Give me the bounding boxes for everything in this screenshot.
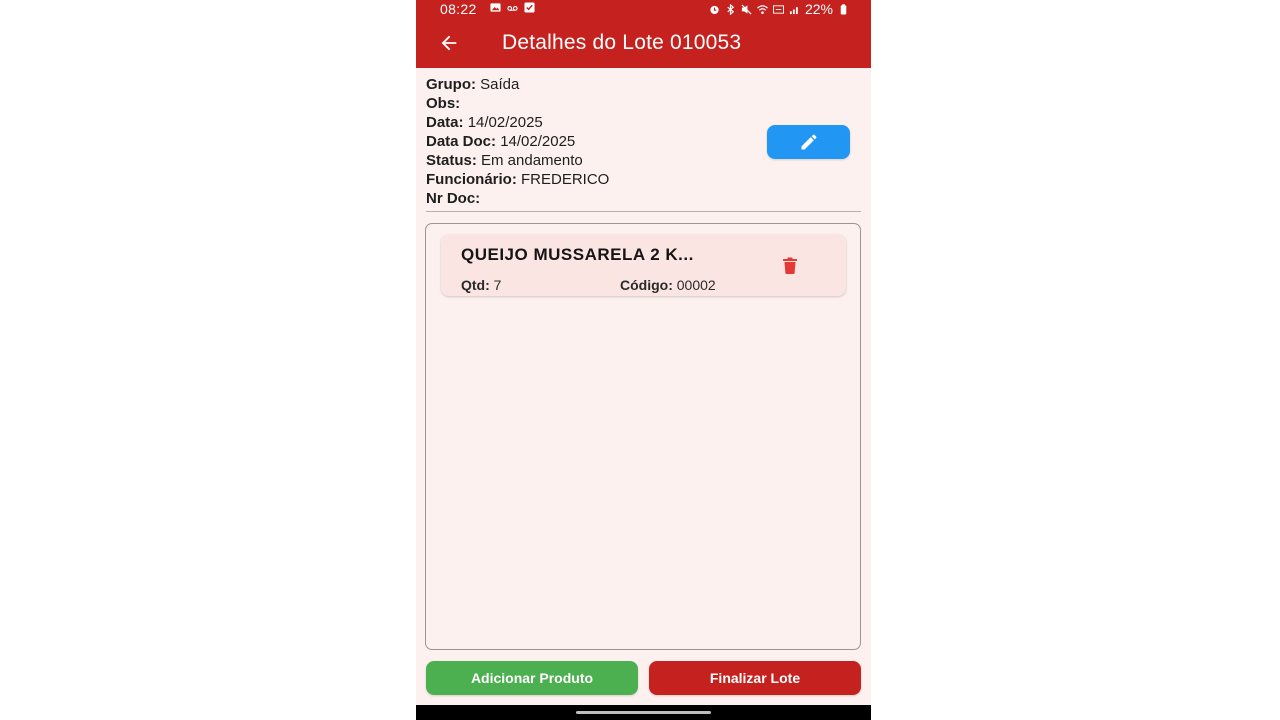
voicemail-notification-icon	[507, 6, 518, 11]
status-time: 08:22	[440, 1, 477, 17]
detail-funcionario-value: FREDERICO	[521, 171, 610, 188]
details-divider	[426, 211, 861, 212]
mute-icon	[741, 3, 752, 15]
delete-product-button[interactable]	[780, 255, 800, 275]
detail-data-label: Data:	[426, 114, 464, 131]
detail-data-doc: Data Doc: 14/02/2025	[426, 132, 609, 151]
detail-status: Status: Em andamento	[426, 151, 609, 170]
finish-lot-button[interactable]: Finalizar Lote	[649, 661, 861, 695]
detail-obs-label: Obs:	[426, 95, 461, 112]
detail-grupo: Grupo: Saída	[426, 75, 609, 94]
detail-funcionario: Funcionário: FREDERICO	[426, 170, 609, 189]
detail-status-label: Status:	[426, 152, 477, 169]
trash-icon	[783, 257, 797, 274]
app-screen: 08:22 22% Detalhes do Lote 010053 Grupo:…	[416, 0, 871, 720]
checkbox-notification-icon	[524, 2, 535, 13]
product-code-value: 00002	[676, 277, 716, 293]
volte-icon	[772, 4, 784, 14]
back-button[interactable]	[436, 30, 462, 56]
arrow-left-icon	[441, 35, 457, 51]
detail-data-doc-label: Data Doc:	[426, 133, 497, 150]
status-bar: 08:22 22%	[416, 0, 871, 18]
detail-nr-doc-label: Nr Doc:	[426, 190, 481, 207]
detail-data-doc-value: 14/02/2025	[500, 133, 576, 150]
add-product-button[interactable]: Adicionar Produto	[426, 661, 638, 695]
alarm-icon	[710, 5, 719, 14]
product-quantity-value: 7	[493, 277, 502, 293]
edit-lot-button[interactable]	[767, 125, 850, 159]
signal-icon	[789, 6, 798, 14]
bluetooth-icon	[727, 3, 735, 15]
gesture-handle[interactable]	[576, 711, 711, 714]
app-bar: 08:22 22% Detalhes do Lote 010053	[416, 0, 871, 68]
detail-data-value: 14/02/2025	[467, 114, 543, 131]
product-name: QUEIJO MUSSARELA 2 K...	[461, 245, 694, 264]
battery-percentage: 22%	[804, 1, 833, 17]
product-quantity-label: Qtd:	[461, 277, 490, 293]
detail-data: Data: 14/02/2025	[426, 113, 609, 132]
pencil-icon	[801, 134, 817, 150]
product-card[interactable]: QUEIJO MUSSARELA 2 K... Qtd: 7 Código: 0…	[441, 234, 846, 296]
detail-grupo-label: Grupo:	[426, 76, 476, 93]
product-quantity: Qtd: 7	[461, 277, 501, 293]
status-notification-icons	[490, 2, 535, 13]
detail-status-value: Em andamento	[481, 152, 583, 169]
product-code: Código: 00002	[620, 277, 716, 293]
lot-details: Grupo: Saída Obs: Data: 14/02/2025 Data …	[426, 75, 609, 208]
image-notification-icon	[490, 3, 501, 12]
product-code-label: Código:	[620, 277, 673, 293]
page-title: Detalhes do Lote 010053	[502, 31, 742, 54]
system-nav-bar	[416, 705, 871, 720]
detail-grupo-value: Saída	[480, 76, 520, 93]
status-system-icons: 22%	[709, 0, 849, 18]
detail-funcionario-label: Funcionário:	[426, 171, 517, 188]
product-list[interactable]: QUEIJO MUSSARELA 2 K... Qtd: 7 Código: 0…	[425, 223, 861, 650]
battery-icon	[840, 3, 847, 15]
detail-obs: Obs:	[426, 94, 609, 113]
wifi-icon	[757, 4, 768, 14]
detail-nr-doc: Nr Doc:	[426, 189, 609, 208]
